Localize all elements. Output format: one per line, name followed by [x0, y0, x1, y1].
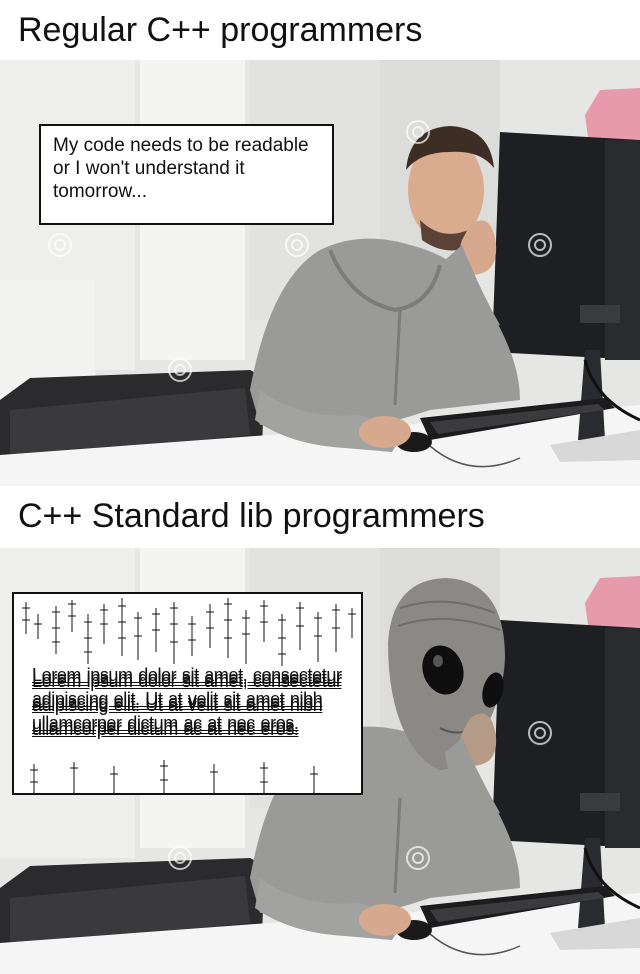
top-speech-box: My code needs to be readable or I won't … [39, 124, 334, 225]
bottom-speech-text: Lorem ipsum dolor sit amet, consectetur … [32, 668, 342, 736]
bottom-caption: C++ Standard lib programmers [0, 486, 640, 546]
top-caption: Regular C++ programmers [0, 0, 640, 60]
bottom-panel: Lorem ipsum dolor sit amet, consectetur … [0, 548, 640, 974]
top-panel: My code needs to be readable or I won't … [0, 60, 640, 486]
top-speech-text: My code needs to be readable or I won't … [53, 135, 309, 202]
bottom-speech-box: Lorem ipsum dolor sit amet, consectetur … [12, 592, 363, 795]
